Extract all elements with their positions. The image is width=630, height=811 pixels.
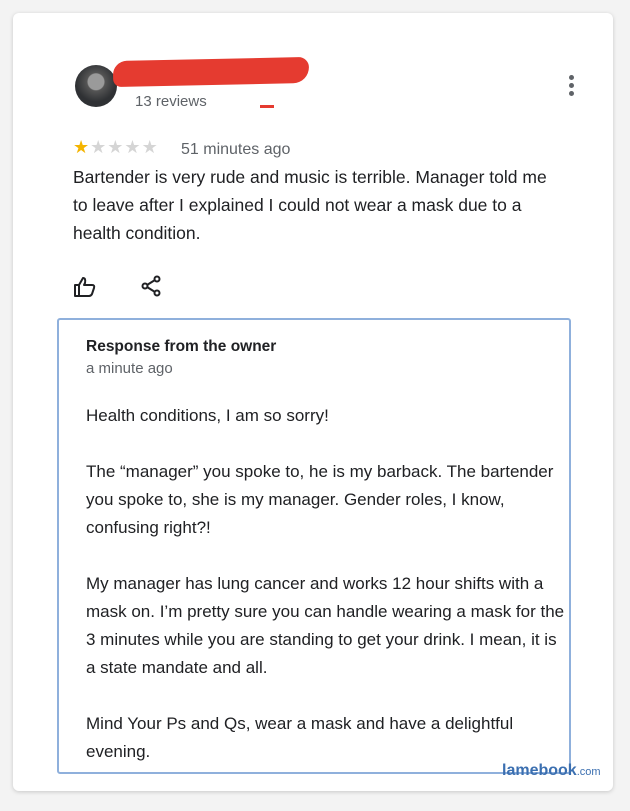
redaction-mark [260, 105, 274, 108]
watermark-brand: lamebook [502, 762, 577, 779]
owner-response-title: Response from the owner [86, 338, 277, 355]
owner-paragraph: My manager has lung cancer and works 12 … [86, 574, 565, 677]
watermark-domain: .com [576, 766, 601, 778]
star-icon: ★ [141, 137, 159, 157]
owner-paragraph: Health conditions, I am so sorry! [86, 406, 329, 425]
thumb-up-icon[interactable] [73, 275, 97, 304]
owner-response-text: Health conditions, I am so sorry! The “m… [86, 402, 566, 794]
owner-paragraph: The “manager” you spoke to, he is my bar… [86, 462, 554, 537]
star-icon: ★ [124, 137, 142, 157]
share-icon[interactable] [139, 274, 163, 303]
review-time: 51 minutes ago [181, 141, 291, 158]
owner-paragraph: Mind Your Ps and Qs, wear a mask and hav… [86, 714, 514, 761]
star-icon: ★ [107, 137, 125, 157]
reviewer-review-count[interactable]: 13 reviews [135, 93, 207, 110]
owner-response: Response from the owner a minute ago Hea… [57, 318, 571, 774]
review-text: Bartender is very rude and music is terr… [73, 167, 547, 243]
redacted-username [112, 56, 310, 88]
owner-response-time: a minute ago [86, 360, 173, 377]
star-icon: ★ [73, 137, 91, 157]
star-rating: ★★★★★ [73, 137, 159, 158]
star-icon: ★ [90, 137, 108, 157]
lamebook-watermark: lamebook.com [502, 762, 601, 780]
more-vert-icon[interactable] [561, 75, 581, 97]
avatar[interactable] [75, 65, 117, 107]
